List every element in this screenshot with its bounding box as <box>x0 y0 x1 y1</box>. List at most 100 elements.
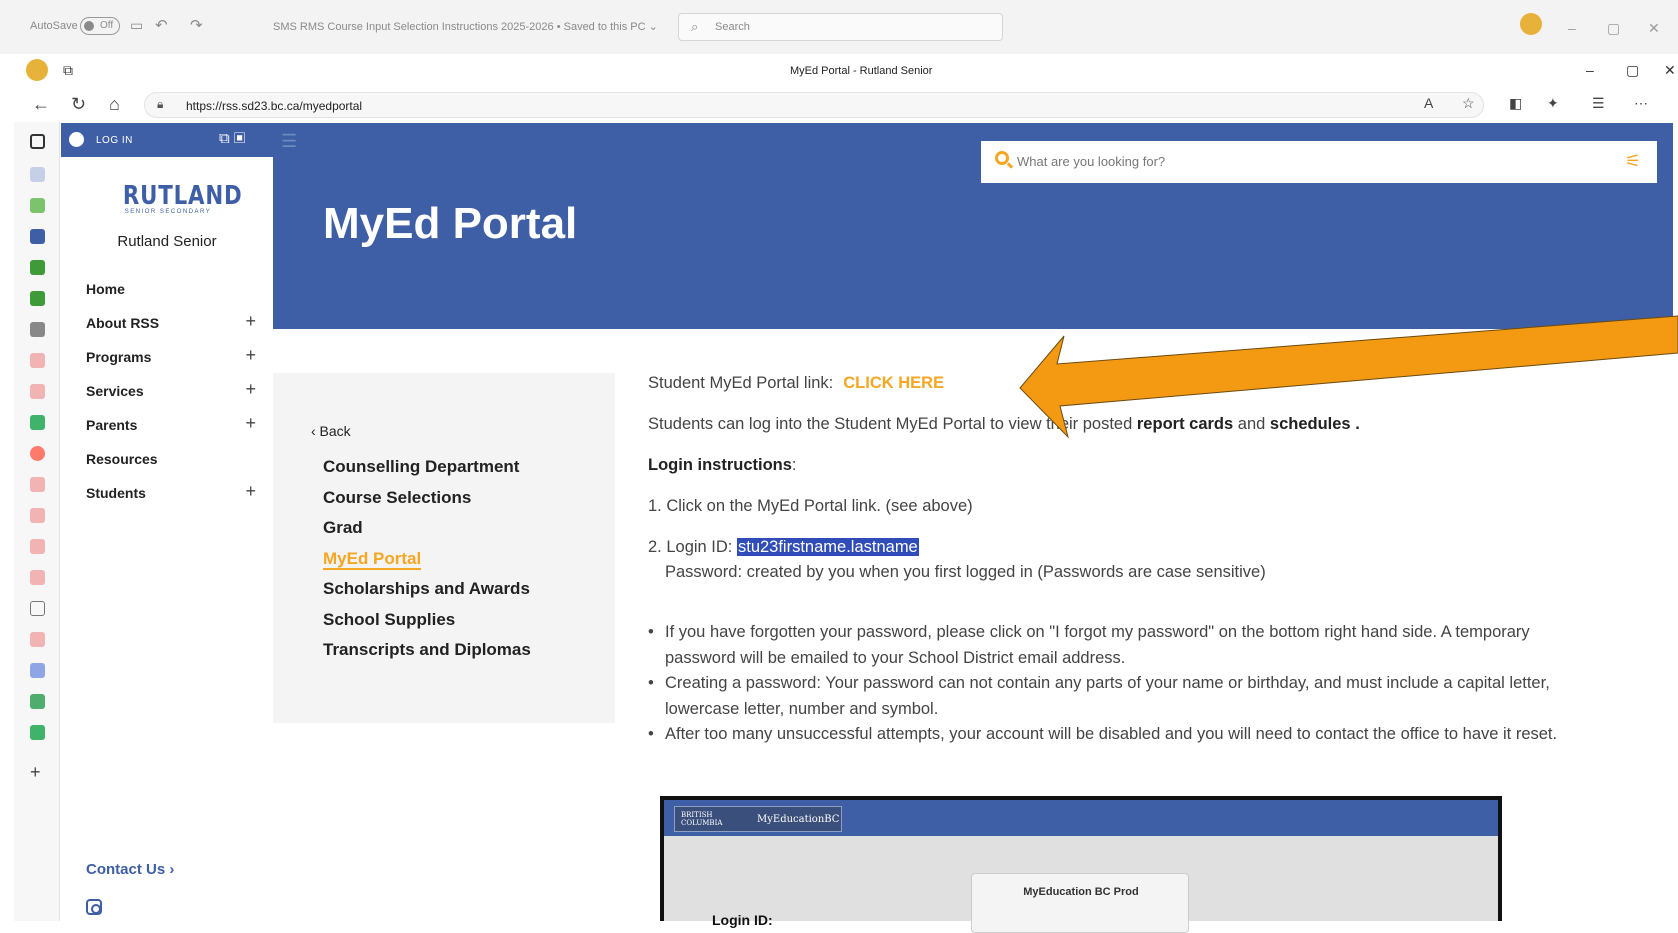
word-search-box[interactable]: ⌕ Search <box>678 13 1003 41</box>
expand-icon: + <box>245 379 256 399</box>
site-search-input[interactable]: What are you looking for? ⚟ <box>981 141 1657 183</box>
rail-tab-icon[interactable] <box>30 260 45 275</box>
sidebar-rail: + <box>14 122 60 921</box>
tab-actions-icon[interactable]: ⧉ <box>63 62 73 79</box>
list-item: After too many unsuccessful attempts, yo… <box>648 722 1598 748</box>
rail-tab-icon[interactable] <box>30 198 45 213</box>
browser-minimize-icon[interactable]: – <box>1586 62 1594 78</box>
rail-tab-icon[interactable] <box>30 663 45 678</box>
login-bar: LOG IN ⧉ ▣ <box>61 123 273 157</box>
search-icon <box>995 151 1009 165</box>
step-1: 1. Click on the MyEd Portal link. (see a… <box>648 497 973 515</box>
rail-tab-icon[interactable] <box>30 415 45 430</box>
school-name: Rutland Senior <box>117 233 217 250</box>
browser-close-icon[interactable]: ✕ <box>1664 62 1676 79</box>
rail-tab-icon[interactable] <box>30 539 45 554</box>
expand-icon: + <box>245 481 256 501</box>
favorite-icon[interactable]: ☆ <box>1462 95 1475 112</box>
word-title-bar: AutoSave Off ▭ ↶ ↷ SMS RMS Course Input … <box>0 0 1678 54</box>
extensions-puzzle-icon[interactable]: ✦ <box>1547 95 1559 112</box>
address-bar[interactable]: 🔒︎ https://rss.sd23.bc.ca/myedportal <box>144 92 1484 118</box>
login-link[interactable]: LOG IN <box>96 135 133 146</box>
contact-us-link[interactable]: Contact Us › <box>86 861 174 878</box>
rail-tab-icon[interactable] <box>30 477 45 492</box>
instructions-list: If you have forgotten your password, ple… <box>648 620 1598 748</box>
filter-icon[interactable]: ⚟ <box>1625 151 1641 172</box>
instagram-icon[interactable] <box>86 899 102 915</box>
rail-tab-icon[interactable] <box>30 353 45 368</box>
subnav-scholarships[interactable]: Scholarships and Awards <box>323 579 531 610</box>
rail-tab-icon[interactable] <box>30 167 45 182</box>
more-icon[interactable]: ⋯ <box>1634 95 1648 112</box>
prod-box: MyEducation BC Prod <box>971 873 1189 933</box>
rail-tab-icon[interactable] <box>30 229 45 244</box>
school-logo[interactable]: RUTLAND SENIOR SECONDARY <box>113 181 242 215</box>
rail-tab-icon[interactable] <box>30 322 45 337</box>
subnav-counselling[interactable]: Counselling Department <box>323 457 531 488</box>
rail-tab-icon[interactable] <box>30 725 45 740</box>
list-item: If you have forgotten your password, ple… <box>648 620 1598 671</box>
profile-avatar[interactable] <box>1520 13 1542 35</box>
close-icon[interactable]: ✕ <box>1648 20 1660 37</box>
menu-item-home[interactable]: Home <box>86 273 256 307</box>
subnav-grad[interactable]: Grad <box>323 518 531 549</box>
redo-icon[interactable]: ↷ <box>190 16 203 34</box>
minimize-icon[interactable]: – <box>1568 20 1576 36</box>
subnav-transcripts[interactable]: Transcripts and Diplomas <box>323 640 531 671</box>
translate-bus-icons[interactable]: ⧉ ▣ <box>219 130 245 147</box>
screenshot-header: BRITISH COLUMBIA MyEducationBC <box>664 800 1498 836</box>
login-screenshot: BRITISH COLUMBIA MyEducationBC MyEducati… <box>660 796 1502 933</box>
undo-icon[interactable]: ↶ <box>155 16 168 34</box>
page-header: ☰ MyEd Portal What are you looking for? … <box>273 123 1673 329</box>
autosave-label: AutoSave <box>30 20 78 32</box>
save-icon[interactable]: ▭ <box>130 17 143 34</box>
selected-login-id[interactable]: stu23firstname.lastname <box>736 538 919 556</box>
add-tab-icon[interactable]: + <box>30 762 41 783</box>
rail-tab-icon[interactable] <box>30 384 45 399</box>
browser-title-bar: ⧉ MyEd Portal - Rutland Senior – ▢ ✕ <box>14 54 1678 88</box>
restore-icon[interactable]: ▢ <box>1607 20 1620 37</box>
search-placeholder: What are you looking for? <box>1017 154 1166 169</box>
menu-item-about[interactable]: About RSS + <box>86 307 256 341</box>
back-icon[interactable]: ← <box>32 94 50 115</box>
extension-icon[interactable]: ◧ <box>1509 95 1522 112</box>
tab-title[interactable]: MyEd Portal - Rutland Senior <box>790 65 932 77</box>
subnav-myed-portal[interactable]: MyEd Portal <box>323 548 531 580</box>
rail-tab-icon[interactable] <box>30 601 45 616</box>
expand-icon: + <box>245 311 256 331</box>
click-here-link[interactable]: CLICK HERE <box>843 374 944 392</box>
rail-tab-icon[interactable] <box>30 694 45 709</box>
favorites-list-icon[interactable]: ☰ <box>1592 95 1605 112</box>
bc-logo: BRITISH COLUMBIA MyEducationBC <box>674 806 842 832</box>
menu-item-services[interactable]: Services + <box>86 375 256 409</box>
read-aloud-icon[interactable]: A <box>1424 95 1433 111</box>
profile-icon[interactable] <box>26 59 48 81</box>
subnav-course-selections[interactable]: Course Selections <box>323 488 531 519</box>
menu-item-programs[interactable]: Programs + <box>86 341 256 375</box>
rail-tab-icon[interactable] <box>30 446 45 461</box>
menu-item-students[interactable]: Students + <box>86 477 256 511</box>
subnav-school-supplies[interactable]: School Supplies <box>323 610 531 641</box>
rail-tab-icon[interactable] <box>30 291 45 306</box>
login-heading: Login instructions: <box>648 456 797 474</box>
back-link[interactable]: ‹ Back <box>311 423 351 439</box>
rail-tab-icon[interactable] <box>30 632 45 647</box>
menu-item-parents[interactable]: Parents + <box>86 409 256 443</box>
document-title[interactable]: SMS RMS Course Input Selection Instructi… <box>273 20 658 33</box>
page-title: MyEd Portal <box>323 199 578 248</box>
refresh-icon[interactable]: ↻ <box>71 94 86 115</box>
rail-tab-icon[interactable] <box>30 134 45 149</box>
password-note: Password: created by you when you first … <box>665 563 1266 581</box>
rail-tab-icon[interactable] <box>30 508 45 523</box>
menu-item-resources[interactable]: Resources <box>86 443 256 477</box>
home-icon[interactable]: ⌂ <box>109 94 120 115</box>
address-row: ← ↻ ⌂ 🔒︎ https://rss.sd23.bc.ca/myedport… <box>14 88 1678 122</box>
list-item: Creating a password: Your password can n… <box>648 671 1598 722</box>
login-id-label: Login ID: <box>712 912 773 928</box>
browser-maximize-icon[interactable]: ▢ <box>1626 62 1639 79</box>
user-icon[interactable] <box>69 132 84 147</box>
menu-toggle-icon[interactable]: ☰ <box>281 131 297 152</box>
lock-icon: 🔒︎ <box>157 97 164 111</box>
rail-tab-icon[interactable] <box>30 570 45 585</box>
autosave-toggle[interactable]: Off <box>80 17 120 35</box>
